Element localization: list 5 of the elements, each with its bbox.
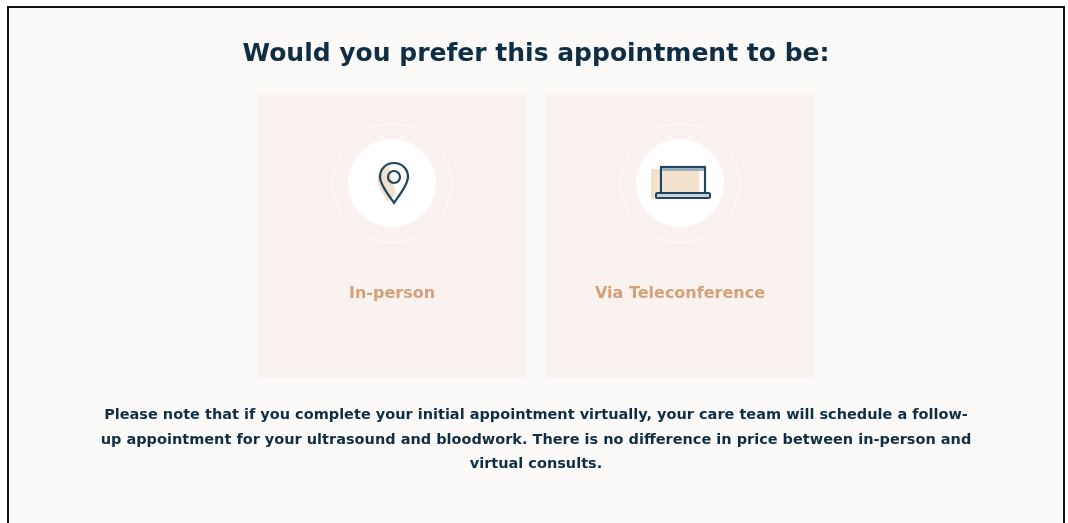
- info-note: Please note that if you complete your initial appointment virtually, your care team will schedule a follow-up appointment for your ultrasound and bloodwork. There is no difference in price between in-person and virtual consults.: [99, 405, 973, 473]
- option-card[interactable]: Via Teleconference: [546, 93, 814, 378]
- option-card[interactable]: In-person: [258, 93, 526, 378]
- page-title: Would you prefer this appointment to be:: [242, 38, 830, 67]
- laptop-icon: [649, 165, 711, 201]
